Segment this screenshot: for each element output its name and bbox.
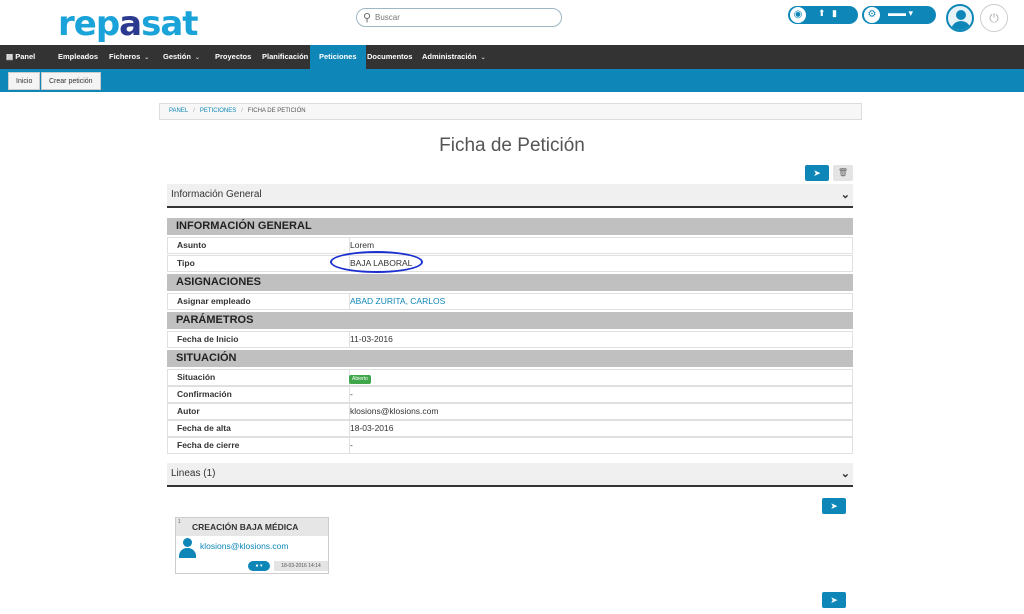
monitor-icon: ▤ (6, 52, 14, 61)
nav-panel[interactable]: ▤ Panel (0, 45, 41, 69)
tipo-value: BAJA LABORAL (349, 256, 853, 271)
fecha-cierre-value: - (349, 438, 853, 453)
settings-pill[interactable]: ⚙ ▬▬ ▾ (862, 6, 936, 24)
row-asunto: Asunto Lorem (167, 237, 853, 254)
add-line-button[interactable]: ➤ (822, 498, 846, 514)
sub-navbar: Inicio Crear petición (0, 69, 1024, 92)
group-informacion-general: INFORMACIÓN GENERAL (167, 218, 853, 235)
main-navbar: ▤ Panel Empleados Ficheros ⌄ Gestión ⌄ Pro… (0, 45, 1024, 69)
nav-empleados[interactable]: Empleados (52, 45, 104, 69)
crear-peticion-button[interactable]: Crear petición (41, 72, 101, 90)
delete-button[interactable]: 🗑 (833, 165, 853, 181)
chevron-down-icon: ⌄ (144, 55, 150, 61)
bell-icon[interactable]: ◉ (790, 7, 806, 23)
paper-plane-icon: ➤ (830, 595, 838, 605)
fecha-alta-value: 18-03-2016 (349, 421, 853, 436)
row-autor: Autor klosions@klosions.com (167, 403, 853, 420)
row-tipo: Tipo BAJA LABORAL (167, 255, 853, 272)
asunto-value: Lorem (349, 238, 853, 253)
nav-documentos[interactable]: Documentos (361, 45, 418, 69)
line-card: CREACIÓN BAJA MÉDICA 1 klosions@klosions… (175, 517, 329, 574)
line-author-link[interactable]: klosions@klosions.com (200, 541, 288, 551)
nav-peticiones[interactable]: Peticiones (310, 45, 366, 69)
row-empleado: Asignar empleado ABAD ZURITA, CARLOS (167, 293, 853, 310)
nav-planificacion[interactable]: Planificación (256, 45, 314, 69)
chat-icon[interactable]: ▮ (832, 8, 837, 19)
nav-proyectos[interactable]: Proyectos (209, 45, 257, 69)
search-input[interactable] (375, 10, 555, 25)
line-date: 18-03-2016 14:14 (274, 561, 328, 571)
chevron-down-icon[interactable]: ⌄ (841, 184, 850, 206)
chevron-down-icon: ⌄ (194, 55, 200, 61)
breadcrumb-peticiones[interactable]: PETICIONES (200, 108, 236, 114)
nav-gestion[interactable]: Gestión ⌄ (157, 45, 206, 69)
lineas-header[interactable]: Lineas (1) ⌄ (167, 463, 853, 487)
confirmacion-value: - (349, 387, 853, 402)
trash-icon: 🗑 (837, 168, 849, 177)
nav-administracion[interactable]: Administración ⌄ (416, 45, 492, 69)
user-icon (178, 537, 196, 559)
row-situacion: Situación Abierto (167, 369, 853, 386)
line-options-toggle[interactable]: ● ▾ (248, 561, 270, 571)
row-confirmacion: Confirmación - (167, 386, 853, 403)
annotation-oval (330, 251, 423, 273)
line-card-title: CREACIÓN BAJA MÉDICA (176, 518, 328, 536)
nav-ficheros[interactable]: Ficheros ⌄ (103, 45, 155, 69)
notifications-pill[interactable]: ◉ ⬆ ▮ (788, 6, 858, 24)
status-badge: Abierto (349, 375, 371, 384)
search-box[interactable]: ⚲ (356, 8, 562, 27)
group-parametros: PARÁMETROS (167, 312, 853, 329)
breadcrumb-panel[interactable]: PANEL (169, 108, 188, 114)
language-selector[interactable]: ▬▬ ▾ (888, 8, 913, 19)
inicio-button[interactable]: Inicio (8, 72, 41, 90)
info-general-header[interactable]: Información General ⌄ (167, 184, 853, 208)
line-number: 1 (178, 519, 181, 525)
breadcrumb-current: FICHA DE PETICIÓN (247, 108, 306, 114)
group-asignaciones: ASIGNACIONES (167, 274, 853, 291)
upload-icon[interactable]: ⬆ (818, 8, 826, 19)
chevron-down-icon: ⌄ (480, 55, 486, 61)
power-icon[interactable]: ⏻ (980, 4, 1008, 32)
bottom-send-button[interactable]: ➤ (822, 592, 846, 608)
paper-plane-icon: ➤ (813, 168, 821, 178)
repasat-logo[interactable]: repasat (58, 4, 199, 44)
row-fecha-inicio: Fecha de Inicio 11-03-2016 (167, 331, 853, 348)
empleado-link[interactable]: ABAD ZURITA, CARLOS (349, 294, 853, 309)
top-header: repasat ⚲ ◉ ⬆ ▮ ⚙ ▬▬ ▾ ⏻ (0, 0, 1024, 45)
row-fecha-alta: Fecha de alta 18-03-2016 (167, 420, 853, 437)
fecha-inicio-value: 11-03-2016 (349, 332, 853, 347)
group-situacion: SITUACIÓN (167, 350, 853, 367)
page-title: Ficha de Petición (439, 135, 585, 156)
autor-value: klosions@klosions.com (349, 404, 853, 419)
send-button[interactable]: ➤ (805, 165, 829, 181)
row-fecha-cierre: Fecha de cierre - (167, 437, 853, 454)
paper-plane-icon: ➤ (830, 501, 838, 511)
gear-icon[interactable]: ⚙ (864, 7, 880, 23)
search-icon: ⚲ (363, 12, 372, 24)
user-avatar[interactable] (946, 4, 974, 32)
breadcrumb: PANEL / PETICIONES / FICHA DE PETICIÓN (159, 103, 862, 120)
chevron-down-icon[interactable]: ⌄ (841, 463, 850, 485)
